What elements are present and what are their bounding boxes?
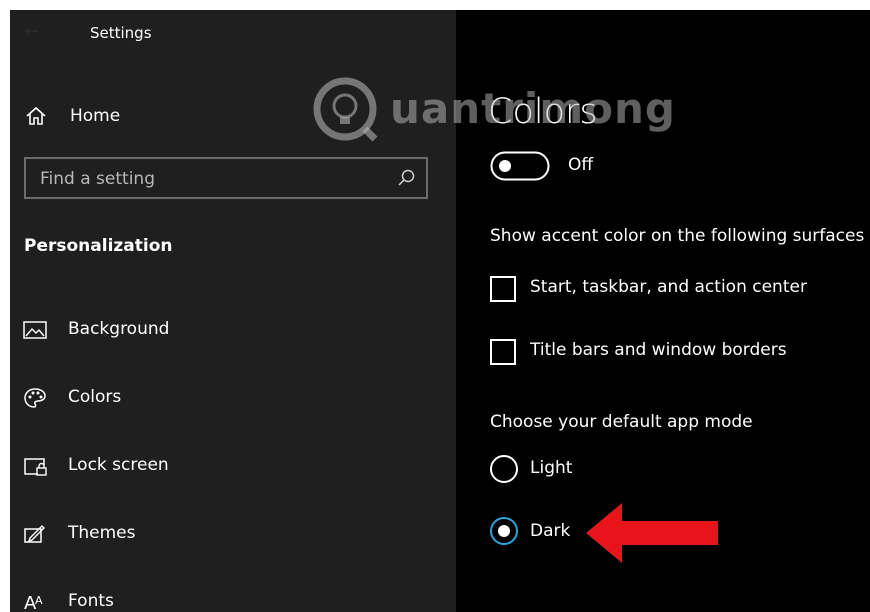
sidebar: ← Settings Home Personalization Backgrou… <box>10 10 456 612</box>
main-content: Colors Off Show accent color on the foll… <box>456 10 870 612</box>
app-mode-heading: Choose your default app mode <box>490 412 753 432</box>
lock-screen-icon <box>24 458 47 476</box>
sidebar-item-fonts[interactable]: A A Fonts <box>10 582 456 612</box>
title-bar: ← Settings <box>10 10 456 58</box>
accent-surfaces-heading: Show accent color on the following surfa… <box>490 226 865 246</box>
image-icon <box>23 321 47 339</box>
radio-label: Dark <box>530 521 571 541</box>
checkbox-label: Title bars and window borders <box>530 340 787 360</box>
home-nav-item[interactable]: Home <box>10 96 456 136</box>
settings-window: ← Settings Home Personalization Backgrou… <box>10 10 870 612</box>
palette-icon <box>24 388 46 408</box>
sidebar-item-background[interactable]: Background <box>10 310 456 350</box>
radio-label: Light <box>530 458 573 478</box>
transparency-toggle[interactable] <box>490 151 550 181</box>
home-icon <box>26 106 46 125</box>
sidebar-item-colors[interactable]: Colors <box>10 378 456 418</box>
sidebar-item-themes[interactable]: Themes <box>10 514 456 554</box>
sidebar-item-label: Fonts <box>68 591 114 611</box>
section-title: Personalization <box>24 236 173 256</box>
toggle-state-label: Off <box>568 155 594 175</box>
sidebar-item-lock-screen[interactable]: Lock screen <box>10 446 456 486</box>
search-icon[interactable] <box>396 168 416 188</box>
radio-dark[interactable] <box>490 517 518 545</box>
home-label: Home <box>70 106 121 126</box>
sidebar-item-label: Lock screen <box>68 455 169 475</box>
search-input[interactable] <box>26 159 402 199</box>
search-box[interactable] <box>24 157 428 199</box>
themes-icon <box>24 525 45 543</box>
fonts-icon: A A <box>24 593 43 612</box>
checkbox-label: Start, taskbar, and action center <box>530 277 807 297</box>
radio-light[interactable] <box>490 455 518 483</box>
checkbox-title-bars[interactable] <box>490 339 516 365</box>
back-arrow-icon[interactable]: ← <box>24 20 48 44</box>
sidebar-item-label: Background <box>68 319 170 339</box>
window-title: Settings <box>90 24 152 42</box>
page-title: Colors <box>488 92 598 132</box>
checkbox-start-taskbar[interactable] <box>490 276 516 302</box>
sidebar-item-label: Themes <box>68 523 136 543</box>
red-pointer-arrow <box>586 503 718 563</box>
sidebar-item-label: Colors <box>68 387 122 407</box>
svg-text:A: A <box>35 594 43 607</box>
